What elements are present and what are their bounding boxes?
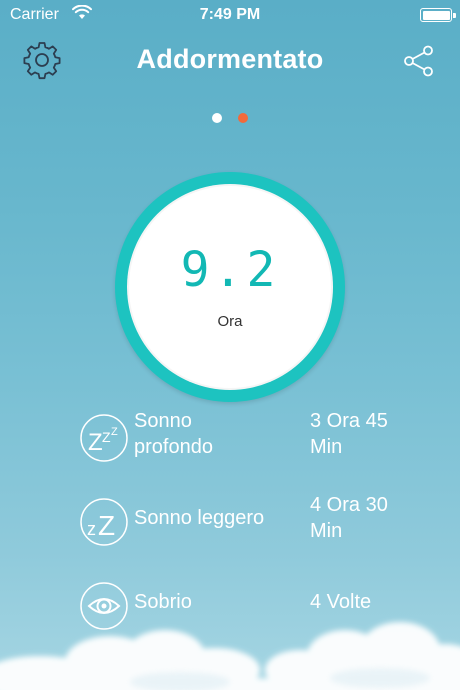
svg-text:z: z (87, 519, 96, 539)
deep-sleep-zzz-icon: Z Z Z (80, 414, 128, 462)
light-sleep-zz-icon: z Z (80, 498, 128, 546)
stat-label: Sonno profondo (134, 408, 294, 460)
svg-text:Z: Z (98, 510, 115, 541)
share-icon[interactable] (402, 44, 436, 78)
sleep-hours-value: 9.2 (180, 242, 280, 298)
stat-row-light-sleep: z Z Sonno leggero 4 Ora 30 Min (0, 492, 460, 552)
stat-label-line1: Sonno leggero (134, 507, 265, 529)
stat-label: Sonno leggero (134, 505, 304, 531)
stat-label-line2: profondo (134, 436, 213, 458)
stat-label-line1: Sonno (134, 410, 192, 432)
page-dot-1[interactable] (211, 113, 222, 123)
status-time: 7:49 PM (199, 6, 261, 23)
stat-value-line1: 4 Ora 30 (310, 494, 388, 516)
status-bar: Carrier 7:49 PM (0, 0, 460, 32)
sleep-hours-gauge: 9.2 Ora (115, 172, 345, 402)
stat-row-deep-sleep: Z Z Z Sonno profondo 3 Ora 45 Min (0, 408, 460, 468)
svg-text:Z: Z (88, 429, 103, 456)
header: Addormentato (0, 36, 460, 86)
svg-text:Z: Z (111, 426, 118, 438)
sleep-hours-unit: Ora (217, 313, 243, 330)
stat-value-line1: 3 Ora 45 (310, 410, 388, 432)
stat-value-line2: Min (310, 436, 343, 458)
page-indicator[interactable] (0, 110, 460, 123)
page-dot-2[interactable] (238, 113, 249, 123)
page-title: Addormentato (136, 44, 324, 74)
clouds-background (0, 622, 460, 690)
stat-value: 4 Ora 30 Min (310, 492, 440, 544)
battery-icon (420, 8, 456, 22)
stat-value-line2: Min (310, 520, 343, 542)
svg-text:Z: Z (102, 429, 111, 445)
stat-value: 3 Ora 45 Min (310, 408, 440, 460)
